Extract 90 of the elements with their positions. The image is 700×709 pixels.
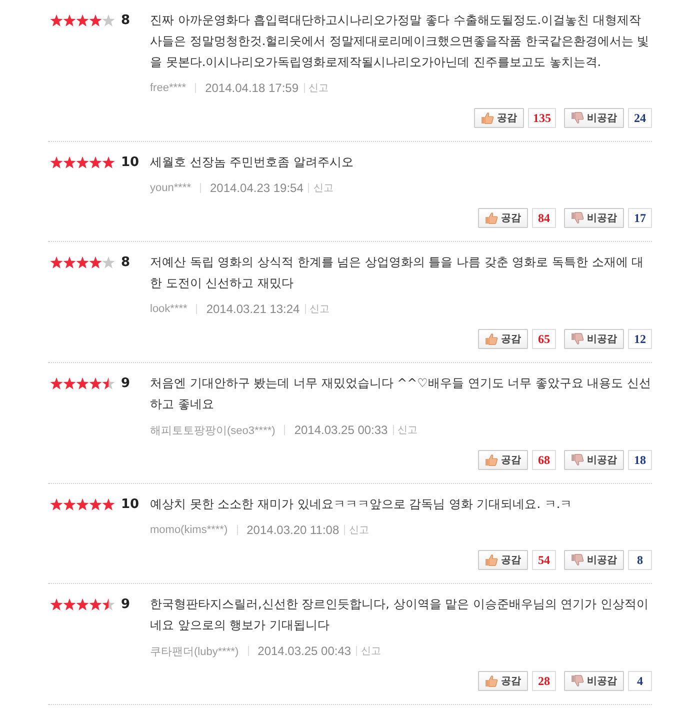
star-icon: [89, 498, 102, 511]
star-icon: [89, 377, 102, 390]
rating-score: 10: [121, 497, 140, 512]
rating-score: 10: [121, 155, 140, 170]
review-date: 2014.04.23 19:54: [210, 181, 304, 195]
disagree-button[interactable]: 비공감: [564, 450, 624, 470]
author-name: free****: [150, 82, 186, 94]
agree-count: 84: [532, 208, 556, 228]
star-icon: [102, 14, 115, 27]
star-icon: [89, 14, 102, 27]
disagree-button[interactable]: 비공감: [564, 550, 624, 570]
star-icon: [63, 498, 76, 511]
thumbs-down-icon: [571, 554, 584, 566]
star-icon: [102, 498, 115, 511]
rating-score: 8: [121, 13, 130, 28]
author-name: look****: [150, 303, 188, 315]
disagree-count: 12: [628, 329, 652, 349]
star-icon: [50, 498, 63, 511]
disagree-button[interactable]: 비공감: [564, 671, 624, 691]
star-icon: [76, 498, 89, 511]
agree-button[interactable]: 공감: [478, 450, 528, 470]
star-icon: [76, 14, 89, 27]
review-date: 2014.03.25 00:43: [258, 644, 352, 658]
agree-count: 28: [532, 671, 556, 691]
thumbs-down-icon: [571, 212, 584, 224]
rating-score: 9: [121, 597, 130, 612]
agree-count: 65: [532, 329, 556, 349]
star-icon: [102, 256, 115, 269]
star-icon: [89, 256, 102, 269]
star-icon: [63, 377, 76, 390]
author-name: 쿠타팬더(luby****): [150, 644, 239, 658]
disagree-button[interactable]: 비공감: [564, 329, 624, 349]
thumbs-up-icon: [481, 112, 494, 124]
star-icon: [102, 377, 115, 390]
thumbs-up-icon: [485, 212, 498, 224]
thumbs-down-icon: [571, 333, 584, 345]
thumbs-down-icon: [571, 675, 584, 687]
star-icon: [89, 598, 102, 611]
agree-button[interactable]: 공감: [474, 108, 524, 128]
agree-button[interactable]: 공감: [478, 329, 528, 349]
thumbs-down-icon: [571, 454, 584, 466]
star-icon: [50, 14, 63, 27]
agree-button[interactable]: 공감: [478, 208, 528, 228]
star-icon: [63, 156, 76, 169]
star-icon: [50, 256, 63, 269]
review-date: 2014.03.25 00:33: [294, 423, 388, 437]
author-name: youn****: [150, 182, 191, 194]
disagree-count: 18: [628, 450, 652, 470]
agree-button[interactable]: 공감: [478, 550, 528, 570]
author-name: momo(kims****): [150, 524, 228, 536]
review-date: 2014.03.21 13:24: [206, 302, 300, 316]
star-icon: [63, 256, 76, 269]
disagree-count: 24: [628, 108, 652, 128]
review-text: 세월호 선장놈 주민번호좀 알려주시오: [150, 154, 354, 171]
agree-button[interactable]: 공감: [478, 671, 528, 691]
review-text: 예상치 못한 소소한 재미가 있네요ㅋㅋㅋ앞으로 감독님 영화 기대되네요. ㅋ.ㅋ: [150, 496, 574, 513]
star-icon: [63, 14, 76, 27]
review-text: 진짜 아까운영화다 흡입력대단하고시나리오가정말 좋다 수출해도될정도.이걸놓친 대형제작사들은 정말멍청한것.헐리웃에서 정말제대로리메이크했으면좋을작품 한국같은환경에서는 빛을 못본다.이시나리오가독립영화로제작될시나리오가아닌데 진주를보고도 놓치는격.: [150, 12, 650, 71]
author-name: 해피토토팡팡이(seo3****): [150, 424, 276, 438]
rating-score: 8: [121, 255, 130, 270]
star-icon: [50, 598, 63, 611]
star-icon: [76, 598, 89, 611]
thumbs-up-icon: [485, 454, 498, 466]
disagree-count: 17: [628, 208, 652, 228]
star-icon: [76, 256, 89, 269]
thumbs-down-icon: [571, 112, 584, 124]
review-date: 2014.04.18 17:59: [205, 81, 298, 95]
star-icon: [50, 377, 63, 390]
thumbs-up-icon: [485, 675, 498, 687]
disagree-button[interactable]: 비공감: [564, 208, 624, 228]
thumbs-up-icon: [485, 333, 498, 345]
agree-count: 54: [532, 550, 556, 570]
disagree-button[interactable]: 비공감: [564, 108, 624, 128]
review-date: 2014.03.20 11:08: [246, 523, 340, 537]
review-text: 처음엔 기대안하구 봤는데 너무 재밌었습니다 ^^♡배우들 연기도 너무 좋았구요 내용도 신선하고 좋네요: [150, 375, 652, 413]
disagree-count: 8: [628, 550, 652, 570]
star-icon: [102, 156, 115, 169]
agree-count: 68: [532, 450, 556, 470]
thumbs-up-icon: [485, 554, 498, 566]
review-text: 저예산 독립 영화의 상식적 한계를 넘은 상업영화의 틀을 나름 갖춘 영화로 독특한 소재에 대한 도전이 신선하고 재밌다: [150, 254, 645, 292]
star-icon: [50, 156, 63, 169]
agree-count: 135: [528, 108, 556, 128]
review-text: 한국형판타지스릴러,신선한 장르인듯합니다, 상이역을 맡은 이승준배우님의 연기가 인상적이네요 앞으로의 행보가 기대됩니다: [150, 596, 650, 634]
star-icon: [63, 598, 76, 611]
star-icon: [76, 377, 89, 390]
star-icon: [76, 156, 89, 169]
star-icon: [89, 156, 102, 169]
star-icon: [102, 598, 115, 611]
rating-score: 9: [121, 376, 130, 391]
disagree-count: 4: [628, 671, 652, 691]
